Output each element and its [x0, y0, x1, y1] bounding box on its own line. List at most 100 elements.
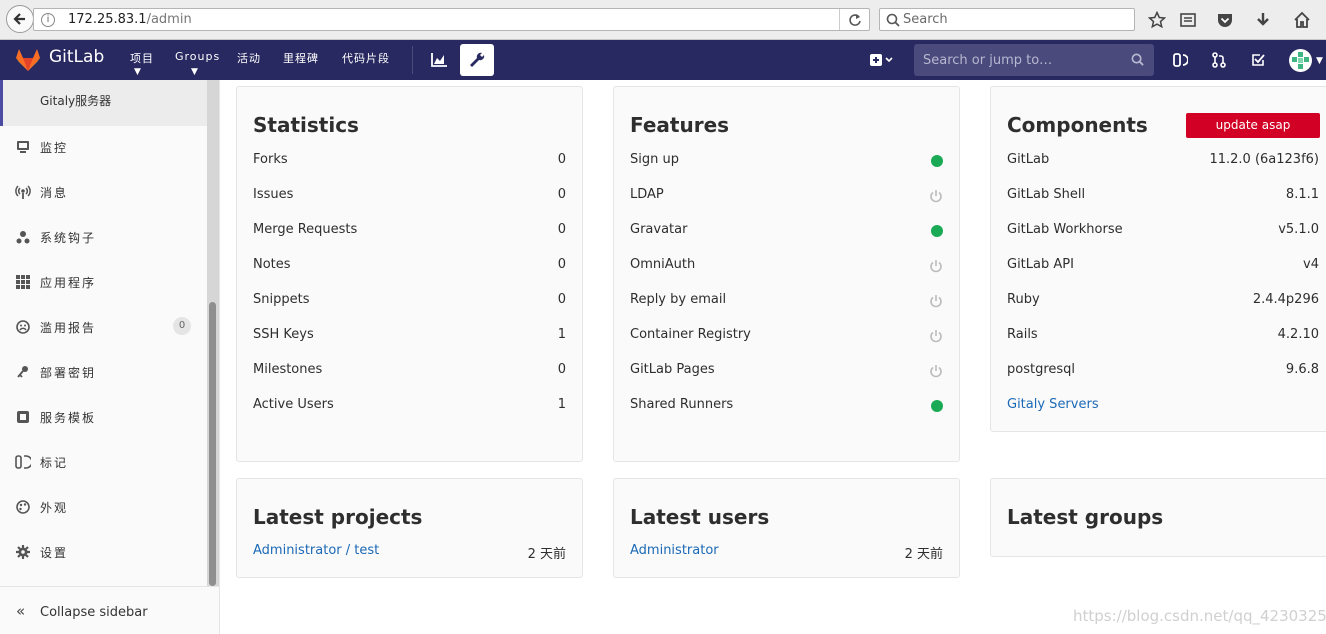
arrow-left-icon [13, 13, 25, 25]
nav-milestones[interactable]: 里程碑 [283, 50, 319, 66]
feature-row: GitLab Pages [630, 362, 943, 382]
user-link[interactable]: Administrator [630, 543, 719, 558]
enabled-status-icon [931, 225, 943, 237]
back-button[interactable] [6, 5, 34, 33]
issues-icon[interactable] [1163, 44, 1197, 76]
sidebar-item-label: 消息 [40, 186, 69, 200]
latest-users-title: Latest users [630, 505, 770, 529]
chart-icon[interactable] [422, 44, 456, 76]
merge-request-icon[interactable] [1202, 44, 1236, 76]
plus-square-icon [870, 54, 893, 66]
feature-row: OmniAuth [630, 257, 943, 277]
sidebar-item-settings[interactable]: 设置 [0, 531, 207, 575]
gear-icon [15, 544, 31, 560]
pocket-icon[interactable] [1215, 10, 1235, 30]
stat-value: 0 [557, 362, 566, 377]
stat-value: 0 [557, 187, 566, 202]
sidebar-item-labels[interactable]: 标记 [0, 441, 207, 485]
watermark: https://blog.csdn.net/qq_42303254 [1073, 607, 1326, 625]
feature-label: Gravatar [630, 222, 688, 237]
gitlab-brand[interactable]: GitLab [49, 47, 104, 67]
component-row: GitLab 11.2.0 (6a123f6) [1007, 152, 1319, 172]
gitaly-row: Gitaly Servers [1007, 397, 1318, 417]
bookmark-star-icon[interactable] [1147, 10, 1167, 30]
stat-value: 0 [557, 152, 566, 167]
browser-search-input[interactable]: Search [879, 8, 1135, 31]
component-version: 8.1.1 [1285, 187, 1319, 202]
feature-label: Container Registry [630, 327, 751, 342]
sidebar-item-system-hooks[interactable]: 系统钩子 [0, 216, 207, 260]
sidebar-item-deploy-keys[interactable]: 部署密钥 [0, 351, 207, 395]
sidebar-scrollbar-thumb[interactable] [209, 302, 216, 586]
broadcast-icon [15, 184, 31, 200]
statistics-title: Statistics [253, 113, 359, 137]
sidebar-subitem-gitaly[interactable]: Gitaly服务器 [0, 80, 207, 126]
nav-search-placeholder: Search or jump to… [923, 53, 1053, 68]
nav-divider [412, 46, 413, 74]
sidebar-item-abuse-reports[interactable]: 滥用报告 0 [0, 306, 207, 350]
sidebar-item-label: 服务模板 [40, 411, 97, 425]
user-avatar[interactable] [1289, 49, 1312, 72]
info-icon[interactable]: i [41, 13, 55, 27]
collapse-sidebar-label: Collapse sidebar [40, 605, 148, 620]
component-version: 11.2.0 (6a123f6) [1209, 152, 1319, 167]
new-item-dropdown[interactable] [862, 44, 902, 76]
browser-search-placeholder: Search [903, 12, 948, 27]
sidebar-item-label: 外观 [40, 501, 69, 515]
stat-row: Forks 0 [253, 152, 566, 172]
nav-activity[interactable]: 活动 [237, 50, 261, 66]
power-off-icon [930, 330, 942, 343]
todo-check-icon[interactable] [1241, 44, 1275, 76]
nav-groups[interactable]: Groups [175, 50, 220, 63]
project-link[interactable]: Administrator / test [253, 543, 379, 558]
sidebar-item-applications[interactable]: 应用程序 [0, 261, 207, 305]
update-asap-badge[interactable]: update asap [1186, 113, 1320, 138]
stat-label: Notes [253, 257, 291, 272]
key-icon [15, 364, 31, 380]
component-version: 4.2.10 [1277, 327, 1319, 342]
stat-row: Snippets 0 [253, 292, 566, 312]
reading-list-icon[interactable] [1178, 10, 1198, 30]
component-version: v4 [1303, 257, 1319, 272]
gitlab-logo-icon[interactable] [15, 48, 41, 72]
stat-value: 0 [557, 222, 566, 237]
home-icon[interactable] [1292, 10, 1312, 30]
download-icon[interactable] [1253, 10, 1273, 30]
gitaly-servers-link[interactable]: Gitaly Servers [1007, 397, 1099, 412]
sidebar-item-appearance[interactable]: 外观 [0, 486, 207, 530]
statistics-card: Statistics Forks 0 Issues 0 Merge Requests… [236, 86, 583, 462]
nav-search-input[interactable]: Search or jump to… [914, 44, 1154, 76]
stat-row: Issues 0 [253, 187, 566, 207]
sidebar-item-label: 滥用报告 [40, 321, 97, 335]
features-title: Features [630, 113, 730, 137]
component-row: Rails 4.2.10 [1007, 327, 1319, 347]
sidebar-item-label: 系统钩子 [40, 231, 97, 245]
double-chevron-left-icon: « [16, 602, 26, 620]
nav-projects[interactable]: 项目 [130, 50, 154, 66]
sidebar-item-monitoring[interactable]: 监控 [0, 126, 207, 170]
url-path: /admin [146, 12, 192, 27]
sidebar-item-service-templates[interactable]: 服务模板 [0, 396, 207, 440]
feature-row: LDAP [630, 187, 943, 207]
stat-label: Merge Requests [253, 222, 358, 237]
component-label: GitLab [1007, 152, 1050, 167]
monitor-icon [15, 139, 31, 155]
search-icon [1131, 53, 1144, 66]
latest-projects-card: Latest projects Administrator / test 2 天… [236, 478, 583, 578]
latest-groups-card: Latest groups [990, 478, 1326, 557]
enabled-status-icon [931, 155, 943, 167]
collapse-sidebar-button[interactable]: « Collapse sidebar [0, 586, 219, 634]
stat-value: 0 [557, 257, 566, 272]
nav-snippets[interactable]: 代码片段 [342, 50, 390, 66]
labels-icon [15, 454, 31, 470]
feature-row: Shared Runners [630, 397, 943, 417]
power-off-icon [930, 190, 942, 203]
admin-wrench-icon[interactable] [460, 44, 494, 76]
address-bar[interactable]: i 172.25.83.1/admin [33, 8, 870, 31]
component-row: GitLab Workhorse v5.1.0 [1007, 222, 1319, 242]
sidebar-item-messages[interactable]: 消息 [0, 171, 207, 215]
reload-icon[interactable] [839, 9, 869, 30]
admin-sidebar: Gitaly服务器 监控 消息 系统钩子 应用程序 滥用报告 0 部署密钥 服务… [0, 80, 220, 634]
component-version: 9.6.8 [1285, 362, 1319, 377]
feature-row: Sign up [630, 152, 943, 172]
